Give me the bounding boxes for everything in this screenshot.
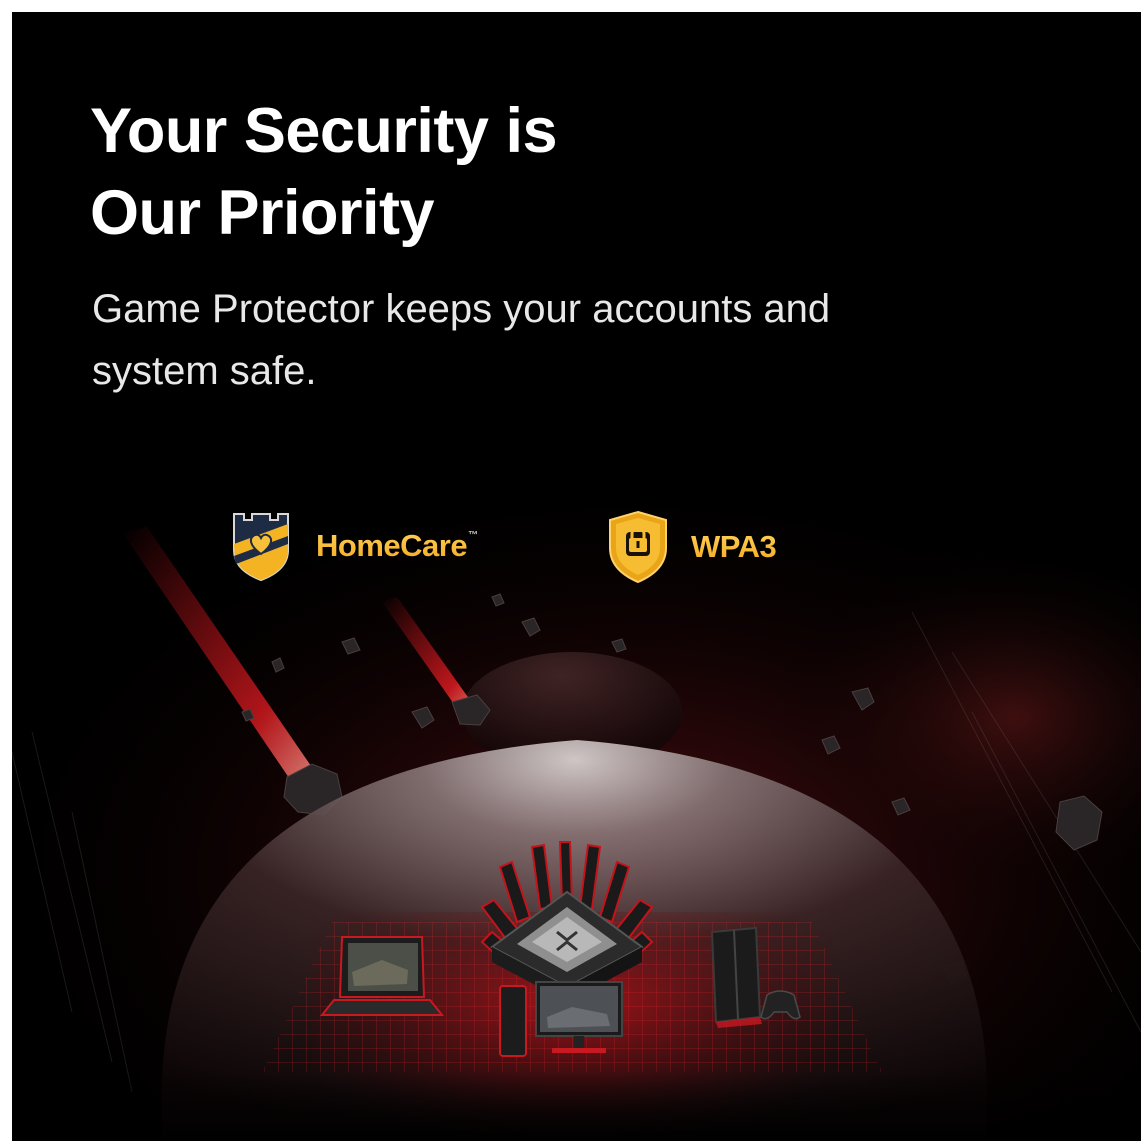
headline-line-2: Our Priority [90,178,435,248]
subheadline-line-2: system safe. [92,349,317,393]
homecare-shield-icon [233,513,289,582]
subheadline: Game Protector keeps your accounts and s… [92,278,830,402]
subheadline-line-1: Game Protector keeps your accounts and [92,287,831,331]
headline: Your Security is Our Priority [90,90,558,254]
padlock-shield-icon [609,510,667,584]
banner: Your Security is Our Priority Game Prote… [12,12,1141,1141]
homecare-badge: HomeCare™ [230,510,478,582]
wpa3-badge: WPA3 [607,510,777,584]
trademark-symbol: ™ [468,530,478,541]
headline-line-1: Your Security is [90,96,558,166]
wpa3-label: WPA3 [691,529,777,564]
homecare-label-text: HomeCare [316,528,468,563]
homecare-label: HomeCare™ [316,528,478,564]
